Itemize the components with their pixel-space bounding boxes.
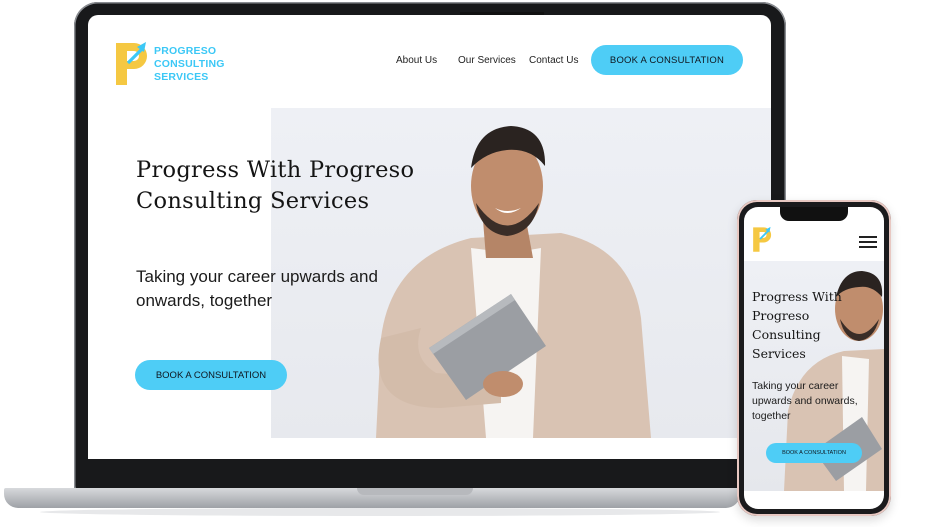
brand-name-line: PROGRESO xyxy=(154,45,217,57)
brand-name-line: SERVICES xyxy=(154,71,209,83)
brand-name-line: CONSULTING xyxy=(154,58,225,70)
progreso-logo-icon[interactable] xyxy=(114,39,152,87)
nav-our-services[interactable]: Our Services xyxy=(458,55,516,66)
book-consultation-phone-button[interactable]: BOOK A CONSULTATION xyxy=(766,443,862,463)
book-consultation-hero-button[interactable]: BOOK A CONSULTATION xyxy=(135,360,287,390)
phone-notch xyxy=(780,207,848,221)
phone-screen: Progress With Progreso Consulting Servic… xyxy=(744,207,884,509)
phone-hero-title: Progress With Progreso Consulting Servic… xyxy=(752,289,842,361)
hamburger-menu-icon[interactable] xyxy=(859,236,877,248)
laptop-base-notch xyxy=(357,488,473,495)
phone-frame: Progress With Progreso Consulting Servic… xyxy=(737,200,891,516)
progreso-logo-icon[interactable] xyxy=(752,225,774,253)
laptop-shadow xyxy=(40,508,720,516)
laptop-screen: PROGRESO CONSULTING SERVICES About Us Ou… xyxy=(88,15,771,459)
hero-title: Progress With Progreso Consulting Servic… xyxy=(136,157,415,214)
nav-contact-us[interactable]: Contact Us xyxy=(529,55,578,66)
phone-hero-subtitle: Taking your career upwards and onwards, … xyxy=(752,380,858,422)
nav-about-us[interactable]: About Us xyxy=(396,55,437,66)
laptop-base xyxy=(4,488,740,508)
brand-name[interactable]: PROGRESO CONSULTING SERVICES xyxy=(154,45,225,84)
book-consultation-nav-button[interactable]: BOOK A CONSULTATION xyxy=(591,45,743,75)
hero-subtitle: Taking your career upwards and onwards, … xyxy=(136,267,378,310)
